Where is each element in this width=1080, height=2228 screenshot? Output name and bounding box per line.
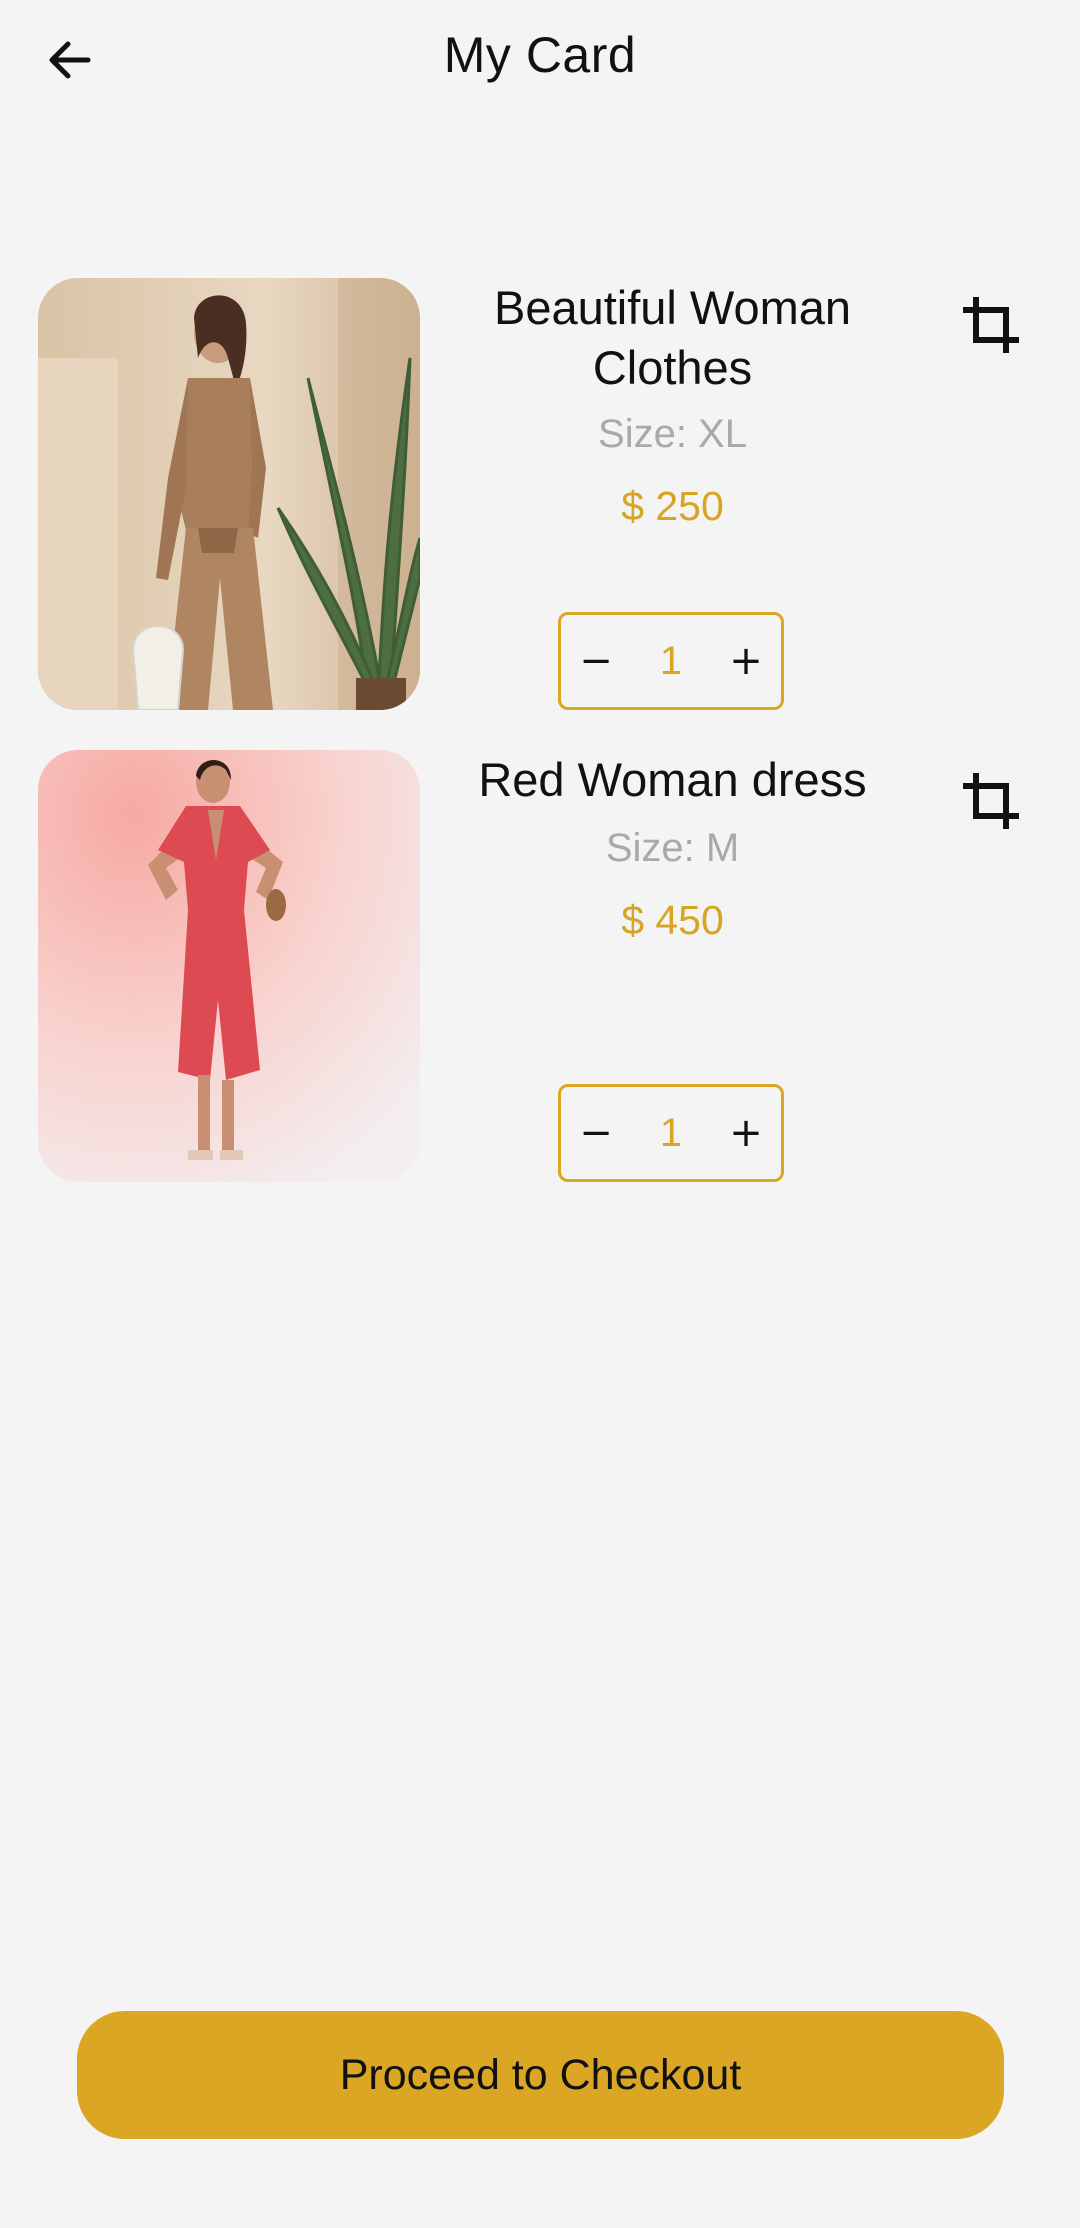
product-size: Size: XL	[598, 412, 747, 456]
decrement-button[interactable]: −	[561, 1087, 631, 1179]
product-image[interactable]	[38, 278, 420, 710]
remove-item-button[interactable]	[956, 290, 1026, 360]
page-title: My Card	[443, 27, 637, 83]
product-price: $ 250	[621, 483, 724, 529]
decrement-button[interactable]: −	[561, 615, 631, 707]
crop-icon	[963, 297, 1019, 353]
checkout-button[interactable]: Proceed to Checkout	[77, 2011, 1004, 2139]
product-image[interactable]	[38, 750, 420, 1182]
product-name: Beautiful Woman Clothes	[493, 281, 852, 394]
cart-item: Red Woman dress Size: M $ 450 − 1 +	[0, 750, 1080, 1186]
increment-button[interactable]: +	[711, 1087, 781, 1179]
crop-icon	[963, 773, 1019, 829]
product-size: Size: M	[605, 826, 740, 870]
app-header: My Card	[0, 0, 1080, 120]
quantity-value: 1	[659, 1110, 683, 1155]
cart-item: Beautiful Woman Clothes Size: XL $ 250 −…	[0, 278, 1080, 714]
quantity-stepper: − 1 +	[558, 612, 784, 710]
red-dress-photo	[38, 750, 420, 1182]
increment-button[interactable]: +	[711, 615, 781, 707]
product-name: Red Woman dress	[478, 753, 867, 806]
remove-item-button[interactable]	[956, 766, 1026, 836]
beige-outfit-photo	[38, 278, 420, 710]
quantity-stepper: − 1 +	[558, 1084, 784, 1182]
quantity-value: 1	[659, 638, 683, 683]
product-price: $ 450	[621, 897, 724, 943]
